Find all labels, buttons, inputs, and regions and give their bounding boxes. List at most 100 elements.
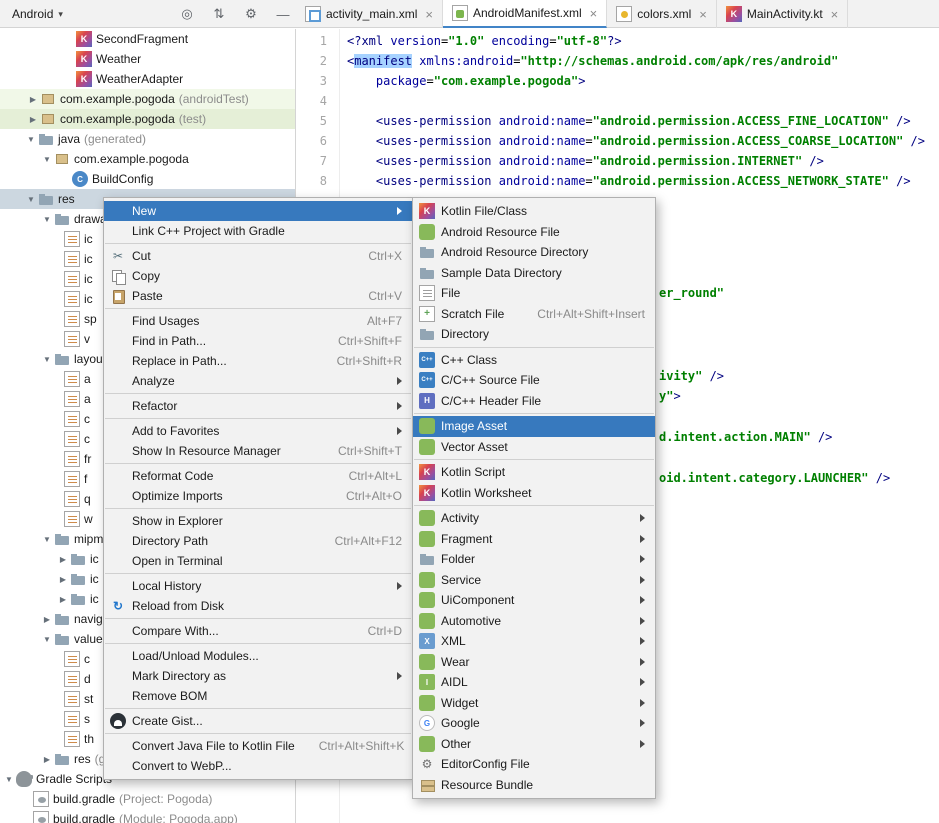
menu-item-android-resource-file[interactable]: Android Resource File xyxy=(413,222,655,243)
chevron-right-icon[interactable]: ▶ xyxy=(56,595,70,604)
chevron-down-icon[interactable]: ▼ xyxy=(40,355,54,364)
menu-item-compare-with[interactable]: Compare With...Ctrl+D xyxy=(104,621,412,641)
menu-item-cut[interactable]: CutCtrl+X xyxy=(104,246,412,266)
chevron-down-icon[interactable]: ▼ xyxy=(40,535,54,544)
tree-item-build-gradle-module-pogoda-app[interactable]: build.gradle (Module: Pogoda.app) xyxy=(0,809,295,823)
menu-item-kotlin-file-class[interactable]: Kotlin File/Class xyxy=(413,201,655,222)
chevron-right-icon[interactable]: ▶ xyxy=(40,755,54,764)
menu-item-c-c-source-file[interactable]: C/C++ Source File xyxy=(413,370,655,391)
menu-item-analyze[interactable]: Analyze xyxy=(104,371,412,391)
tree-item-com-example-pogoda-androidtest[interactable]: ▶com.example.pogoda (androidTest) xyxy=(0,89,295,109)
submenu-arrow-icon xyxy=(397,427,402,435)
locate-file-icon[interactable]: ◎ xyxy=(178,6,196,22)
tree-item-secondfragment[interactable]: SecondFragment xyxy=(0,29,295,49)
menu-item-replace-in-path[interactable]: Replace in Path...Ctrl+Shift+R xyxy=(104,351,412,371)
menu-item-c-class[interactable]: C++ Class xyxy=(413,350,655,371)
menu-item-refactor[interactable]: Refactor xyxy=(104,396,412,416)
chevron-down-icon[interactable]: ▼ xyxy=(24,135,38,144)
menu-item-show-in-resource-manager[interactable]: Show In Resource ManagerCtrl+Shift+T xyxy=(104,441,412,461)
menu-item-kotlin-script[interactable]: Kotlin Script xyxy=(413,462,655,483)
chevron-down-icon[interactable]: ▼ xyxy=(24,195,38,204)
menu-item-copy[interactable]: Copy xyxy=(104,266,412,286)
folder-icon xyxy=(70,591,86,607)
chevron-right-icon[interactable]: ▶ xyxy=(26,95,40,104)
chevron-right-icon[interactable]: ▶ xyxy=(56,575,70,584)
menu-item-label: Service xyxy=(441,573,628,587)
menu-item-service[interactable]: Service xyxy=(413,570,655,591)
tree-item-buildconfig[interactable]: BuildConfig xyxy=(0,169,295,189)
menu-item-label: Optimize Imports xyxy=(132,489,322,503)
chevron-right-icon[interactable]: ▶ xyxy=(26,115,40,124)
menu-item-convert-java-file-to-kotlin-file[interactable]: Convert Java File to Kotlin FileCtrl+Alt… xyxy=(104,736,412,756)
menu-item-optimize-imports[interactable]: Optimize ImportsCtrl+Alt+O xyxy=(104,486,412,506)
tab-activity-main-xml[interactable]: activity_main.xml× xyxy=(296,0,443,28)
submenu-arrow-icon xyxy=(397,582,402,590)
menu-item-local-history[interactable]: Local History xyxy=(104,576,412,596)
close-tab-icon[interactable]: × xyxy=(425,8,433,21)
menu-item-widget[interactable]: Widget xyxy=(413,693,655,714)
settings-gear-icon[interactable]: ⚙ xyxy=(242,6,260,22)
menu-item-vector-asset[interactable]: Vector Asset xyxy=(413,437,655,458)
tree-item-weatheradapter[interactable]: WeatherAdapter xyxy=(0,69,295,89)
menu-item-open-in-terminal[interactable]: Open in Terminal xyxy=(104,551,412,571)
menu-item-resource-bundle[interactable]: Resource Bundle xyxy=(413,775,655,796)
project-view-selector[interactable]: Android ▾ xyxy=(6,0,69,28)
menu-item-fragment[interactable]: Fragment xyxy=(413,529,655,550)
gradlefile-icon xyxy=(33,811,49,823)
chevron-down-icon[interactable]: ▼ xyxy=(40,155,54,164)
menu-item-directory[interactable]: Directory xyxy=(413,324,655,345)
menu-item-convert-to-webp[interactable]: Convert to WebP... xyxy=(104,756,412,776)
menu-item-kotlin-worksheet[interactable]: Kotlin Worksheet xyxy=(413,483,655,504)
menu-item-activity[interactable]: Activity xyxy=(413,508,655,529)
menu-item-find-in-path[interactable]: Find in Path...Ctrl+Shift+F xyxy=(104,331,412,351)
menu-item-editorconfig-file[interactable]: EditorConfig File xyxy=(413,754,655,775)
tab-colors-xml[interactable]: colors.xml× xyxy=(607,0,717,28)
menu-item-c-c-header-file[interactable]: C/C++ Header File xyxy=(413,391,655,412)
close-tab-icon[interactable]: × xyxy=(831,8,839,21)
menu-item-wear[interactable]: Wear xyxy=(413,652,655,673)
chevron-right-icon[interactable]: ▶ xyxy=(40,615,54,624)
menu-item-image-asset[interactable]: Image Asset xyxy=(413,416,655,437)
menu-item-remove-bom[interactable]: Remove BOM xyxy=(104,686,412,706)
close-tab-icon[interactable]: × xyxy=(699,8,707,21)
tab-mainactivity-kt[interactable]: MainActivity.kt× xyxy=(717,0,848,28)
menu-item-uicomponent[interactable]: UiComponent xyxy=(413,590,655,611)
collapse-all-icon[interactable]: ⇅ xyxy=(210,6,228,22)
tree-item-build-gradle-project-pogoda[interactable]: build.gradle (Project: Pogoda) xyxy=(0,789,295,809)
tree-item-com-example-pogoda[interactable]: ▼com.example.pogoda xyxy=(0,149,295,169)
menu-item-reformat-code[interactable]: Reformat CodeCtrl+Alt+L xyxy=(104,466,412,486)
menu-item-other[interactable]: Other xyxy=(413,734,655,755)
tree-item-weather[interactable]: Weather xyxy=(0,49,295,69)
chevron-right-icon[interactable]: ▶ xyxy=(56,555,70,564)
menu-item-create-gist[interactable]: Create Gist... xyxy=(104,711,412,731)
menu-item-add-to-favorites[interactable]: Add to Favorites xyxy=(104,421,412,441)
menu-item-automotive[interactable]: Automotive xyxy=(413,611,655,632)
menu-item-load-unload-modules[interactable]: Load/Unload Modules... xyxy=(104,646,412,666)
menu-item-sample-data-directory[interactable]: Sample Data Directory xyxy=(413,263,655,284)
hide-panel-icon[interactable]: ― xyxy=(274,7,292,22)
menu-item-paste[interactable]: PasteCtrl+V xyxy=(104,286,412,306)
chevron-down-icon[interactable]: ▼ xyxy=(40,635,54,644)
close-tab-icon[interactable]: × xyxy=(590,7,598,20)
chevron-down-icon[interactable]: ▼ xyxy=(40,215,54,224)
menu-item-android-resource-directory[interactable]: Android Resource Directory xyxy=(413,242,655,263)
menu-item-link-c-project-with-gradle[interactable]: Link C++ Project with Gradle xyxy=(104,221,412,241)
menu-item-scratch-file[interactable]: Scratch FileCtrl+Alt+Shift+Insert xyxy=(413,304,655,325)
xml-icon xyxy=(64,651,80,667)
menu-item-xml[interactable]: XML xyxy=(413,631,655,652)
menu-item-file[interactable]: File xyxy=(413,283,655,304)
menu-item-new[interactable]: New xyxy=(104,201,412,221)
tree-item-java-generated[interactable]: ▼java (generated) xyxy=(0,129,295,149)
menu-item-show-in-explorer[interactable]: Show in Explorer xyxy=(104,511,412,531)
menu-item-mark-directory-as[interactable]: Mark Directory as xyxy=(104,666,412,686)
chevron-down-icon[interactable]: ▼ xyxy=(2,775,16,784)
tab-androidmanifest-xml[interactable]: AndroidManifest.xml× xyxy=(443,0,607,28)
menu-item-folder[interactable]: Folder xyxy=(413,549,655,570)
menu-item-aidl[interactable]: AIDL xyxy=(413,672,655,693)
menu-item-reload-from-disk[interactable]: Reload from Disk xyxy=(104,596,412,616)
menu-item-directory-path[interactable]: Directory PathCtrl+Alt+F12 xyxy=(104,531,412,551)
tree-item-com-example-pogoda-test[interactable]: ▶com.example.pogoda (test) xyxy=(0,109,295,129)
menu-item-google[interactable]: Google xyxy=(413,713,655,734)
menu-item-find-usages[interactable]: Find UsagesAlt+F7 xyxy=(104,311,412,331)
menu-icon-slot xyxy=(110,533,126,549)
